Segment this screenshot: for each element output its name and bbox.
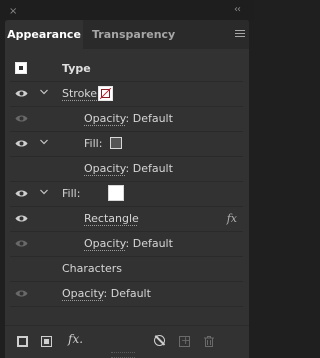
chevron-down-icon[interactable] bbox=[39, 187, 49, 197]
eye-icon[interactable] bbox=[15, 239, 28, 248]
opacity-label[interactable]: Opacity: Default bbox=[84, 107, 173, 131]
appearance-list: Type Stroke: Opacity: Default Fill: Opac… bbox=[10, 57, 243, 307]
type-label: Type bbox=[62, 62, 91, 75]
opacity-label[interactable]: Opacity: Default bbox=[62, 282, 151, 306]
stroke-swatch[interactable] bbox=[98, 86, 113, 101]
opacity-key[interactable]: Opacity bbox=[84, 162, 126, 175]
row-fill-opacity[interactable]: Opacity: Default bbox=[10, 232, 243, 257]
tab-appearance[interactable]: Appearance bbox=[5, 20, 83, 49]
collapse-icon[interactable]: ‹‹ bbox=[234, 5, 241, 15]
close-icon[interactable]: × bbox=[9, 7, 17, 17]
object-type-icon bbox=[15, 62, 27, 74]
panel-menu-icon[interactable] bbox=[235, 30, 245, 38]
row-fill[interactable]: Fill: bbox=[10, 132, 243, 157]
resize-grip[interactable] bbox=[111, 352, 135, 358]
eye-icon[interactable] bbox=[15, 189, 28, 198]
tab-transparency[interactable]: Transparency bbox=[92, 20, 175, 49]
fill-swatch[interactable] bbox=[108, 185, 124, 201]
eye-icon[interactable] bbox=[15, 139, 28, 148]
trash-icon[interactable] bbox=[204, 336, 214, 347]
chevron-down-icon[interactable] bbox=[39, 137, 49, 147]
fill-label: Fill: bbox=[62, 187, 81, 200]
fx-icon[interactable]: fx. bbox=[68, 332, 83, 346]
opacity-label[interactable]: Opacity: Default bbox=[84, 232, 173, 256]
clear-appearance-icon[interactable] bbox=[154, 335, 165, 346]
fx-icon[interactable]: fx bbox=[227, 207, 237, 231]
row-effect-rectangle[interactable]: Rectangle fx bbox=[10, 207, 243, 232]
characters-label[interactable]: Characters bbox=[62, 257, 122, 281]
opacity-key[interactable]: Opacity bbox=[62, 287, 104, 300]
opacity-label[interactable]: Opacity: Default bbox=[84, 157, 173, 181]
duplicate-icon[interactable] bbox=[179, 334, 190, 347]
row-type[interactable]: Type bbox=[10, 57, 243, 82]
fill-swatch[interactable] bbox=[110, 137, 122, 149]
eye-icon[interactable] bbox=[15, 114, 28, 123]
opacity-value: : Default bbox=[125, 237, 173, 250]
opacity-key[interactable]: Opacity bbox=[84, 112, 126, 125]
opacity-value: : Default bbox=[125, 162, 173, 175]
row-fill[interactable]: Fill: bbox=[10, 182, 243, 207]
row-fill-opacity[interactable]: Opacity: Default bbox=[10, 157, 243, 182]
opacity-value: : Default bbox=[125, 112, 173, 125]
eye-icon[interactable] bbox=[15, 89, 28, 98]
row-stroke[interactable]: Stroke: bbox=[10, 82, 243, 107]
effect-label[interactable]: Rectangle bbox=[84, 207, 139, 231]
panel-header-bar: × ‹‹ bbox=[0, 0, 254, 20]
stroke-label[interactable]: Stroke: bbox=[62, 82, 101, 106]
chevron-down-icon[interactable] bbox=[39, 87, 49, 97]
row-stroke-opacity[interactable]: Opacity: Default bbox=[10, 107, 243, 132]
eye-icon[interactable] bbox=[15, 289, 28, 298]
add-fill-icon[interactable] bbox=[41, 336, 52, 347]
opacity-value: : Default bbox=[103, 287, 151, 300]
row-characters[interactable]: Characters bbox=[10, 257, 243, 282]
eye-icon[interactable] bbox=[15, 214, 28, 223]
fill-label: Fill: bbox=[84, 137, 103, 150]
opacity-key[interactable]: Opacity bbox=[84, 237, 126, 250]
add-stroke-icon[interactable] bbox=[17, 336, 28, 347]
tab-bar: Appearance Transparency bbox=[5, 20, 249, 49]
appearance-panel: Appearance Transparency Type Stroke: Opa… bbox=[5, 20, 249, 358]
row-opacity[interactable]: Opacity: Default bbox=[10, 282, 243, 307]
